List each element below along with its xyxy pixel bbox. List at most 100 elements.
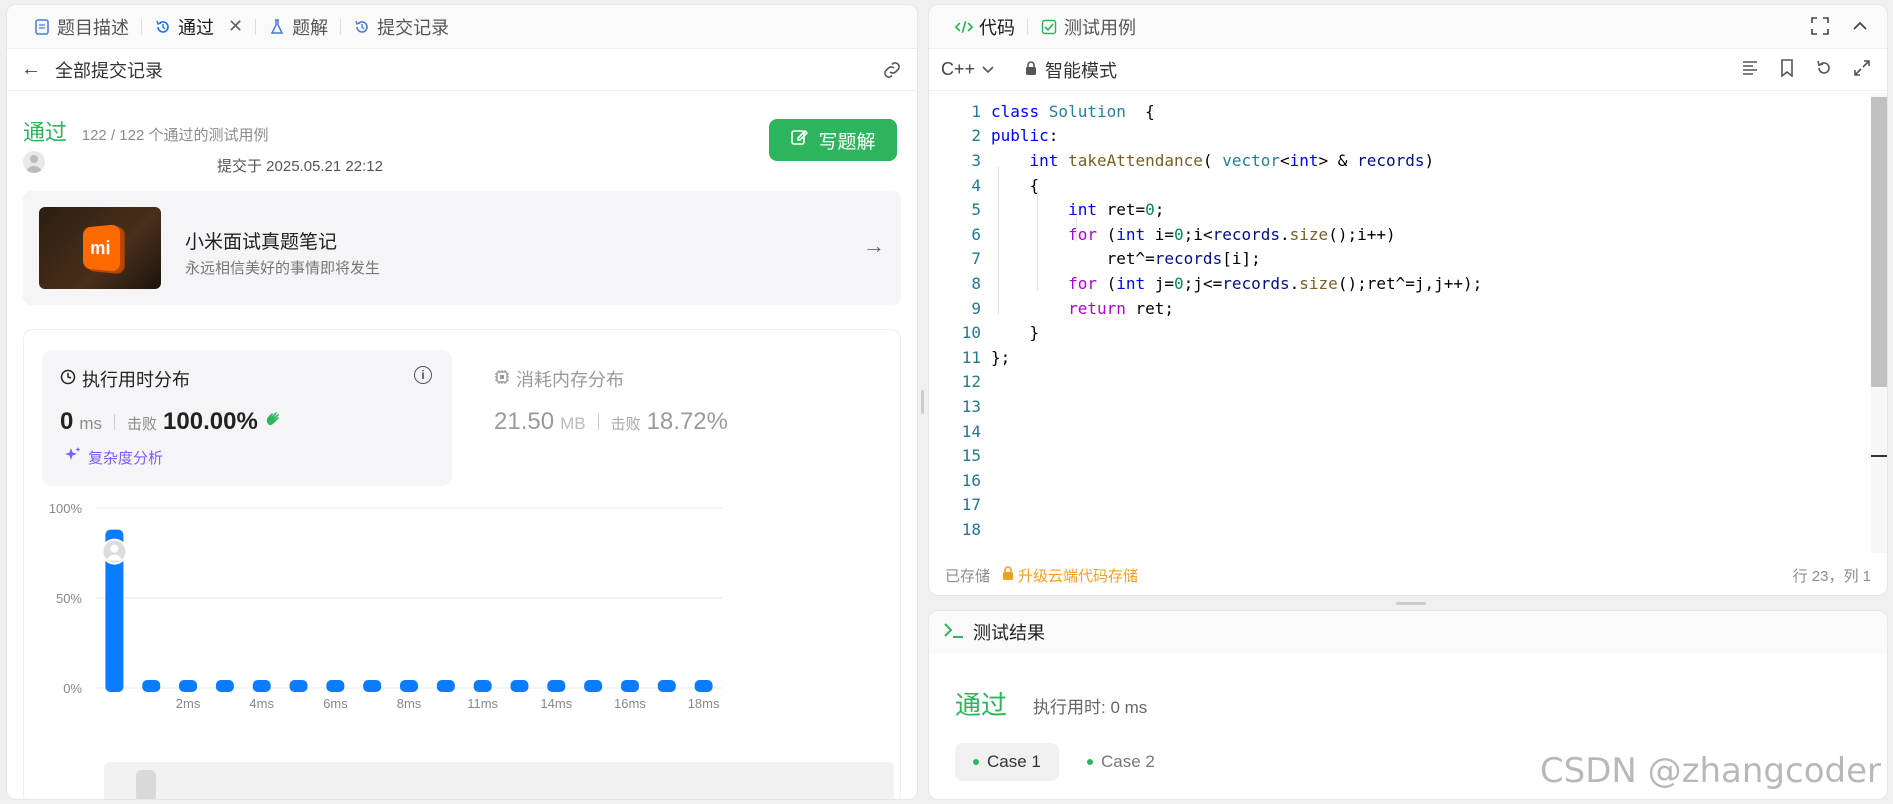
runtime-unit: ms <box>79 414 103 433</box>
info-icon[interactable]: i <box>414 366 432 384</box>
code-line[interactable]: 7 ret^=records[i]; <box>929 247 1874 272</box>
x-tick-label: 4ms <box>249 696 274 711</box>
tab-testcase[interactable]: 测试用例 <box>1028 5 1148 49</box>
code-line[interactable]: 15 <box>929 443 1874 468</box>
test-result-header[interactable]: 测试结果 <box>929 611 1887 653</box>
code-text: { <box>981 176 1040 195</box>
case-label: Case 2 <box>1101 752 1155 771</box>
chart-bar[interactable] <box>179 680 198 692</box>
memory-value-group: 21.50 MB 击败 18.72% <box>494 408 728 436</box>
panel-resize-handle[interactable] <box>1396 602 1426 605</box>
status-accepted: 通过 <box>23 120 68 145</box>
close-icon[interactable]: ✕ <box>228 16 243 37</box>
line-number: 2 <box>971 126 981 146</box>
code-line[interactable]: 5 int ret=0; <box>929 197 1874 222</box>
x-tick-label: 18ms <box>688 696 720 711</box>
editor-scrollbar-thumb[interactable] <box>1871 97 1887 387</box>
chevron-down-icon <box>981 59 995 80</box>
slider-handle[interactable] <box>136 770 156 799</box>
code-editor[interactable]: 1 class Solution {2 public: 3 int takeAtten… <box>929 93 1874 553</box>
code-line[interactable]: 3 int takeAttendance( vector<int> & reco… <box>929 148 1874 173</box>
result-status: 通过 <box>955 690 1008 720</box>
chart-bar[interactable] <box>694 680 713 692</box>
format-icon[interactable] <box>1741 59 1759 82</box>
code-line[interactable]: 6 for (int i=0;i<records.size();i++) <box>929 222 1874 247</box>
code-line[interactable]: 4 { <box>929 173 1874 198</box>
code-token: int <box>1116 273 1155 293</box>
code-line[interactable]: 1 class Solution { <box>929 99 1874 124</box>
case-tab-2[interactable]: Case 2 <box>1069 743 1173 781</box>
expand-icon[interactable] <box>1853 59 1871 82</box>
code-token: : <box>1048 126 1059 146</box>
code-line[interactable]: 10 } <box>929 320 1874 345</box>
panel-resize-handle[interactable] <box>921 390 924 414</box>
line-number: 4 <box>971 175 981 195</box>
chart-bar[interactable] <box>657 680 676 692</box>
line-number: 11 <box>961 347 981 367</box>
code-line[interactable]: 13 <box>929 394 1874 419</box>
clap-icon <box>264 409 284 434</box>
code-line[interactable]: 11}; <box>929 345 1874 370</box>
chart-bar[interactable] <box>584 680 603 692</box>
tab-description[interactable]: 题目描述 <box>21 5 141 49</box>
complexity-analysis-link[interactable]: 复杂度分析 <box>64 446 163 468</box>
code-token: . <box>1280 224 1290 244</box>
chart-bar[interactable] <box>400 680 418 692</box>
bookmark-icon[interactable] <box>1779 59 1795 82</box>
chart-bar[interactable] <box>252 680 271 692</box>
tab-accepted[interactable]: 通过 ✕ <box>142 5 255 49</box>
chart-bar[interactable] <box>326 680 345 692</box>
code-line[interactable]: 18 <box>929 517 1874 542</box>
write-solution-button[interactable]: 写题解 <box>769 119 897 161</box>
terminal-icon <box>943 621 965 644</box>
tab-code[interactable]: 代码 <box>943 5 1027 49</box>
chart-bar[interactable] <box>289 680 308 692</box>
code-line[interactable]: 12 <box>929 370 1874 395</box>
tab-submissions[interactable]: 提交记录 <box>341 5 461 49</box>
chart-bar[interactable] <box>620 680 639 692</box>
line-number: 10 <box>961 323 981 343</box>
memory-label: 消耗内存分布 <box>516 370 624 390</box>
promo-card[interactable]: mi 小米面试真题笔记 永远相信美好的事情即将发生 → <box>23 191 901 305</box>
chart-bar[interactable] <box>215 680 234 692</box>
line-number: 16 <box>961 470 981 490</box>
code-line[interactable]: 8 for (int j=0;j<=records.size();ret^=j,… <box>929 271 1874 296</box>
chart-bar[interactable] <box>363 680 382 692</box>
code-token: } <box>991 323 1040 343</box>
fullscreen-icon[interactable] <box>1811 17 1829 40</box>
chart-bar[interactable] <box>547 680 566 692</box>
x-tick-label: 6ms <box>323 696 348 711</box>
tab-solutions[interactable]: 题解 <box>256 5 340 49</box>
mode-select[interactable]: 智能模式 <box>1025 57 1117 83</box>
tab-testcase-label: 测试用例 <box>1064 17 1136 38</box>
arrow-right-icon[interactable]: → <box>863 233 885 259</box>
collapse-icon[interactable] <box>1851 17 1869 40</box>
reset-icon[interactable] <box>1815 59 1833 82</box>
chart-bar[interactable] <box>473 680 492 692</box>
code-token: ) <box>1424 150 1435 170</box>
link-icon[interactable] <box>881 60 903 85</box>
chart-bar[interactable] <box>510 680 529 692</box>
code-line[interactable]: 17 <box>929 493 1874 518</box>
avatar[interactable] <box>23 151 45 173</box>
runtime-stat-box[interactable]: 执行用时分布 i 0 ms 击败 100.00% 复杂度分析 <box>42 350 452 486</box>
code-line[interactable]: 2 public: <box>929 124 1874 149</box>
case-tab-1[interactable]: Case 1 <box>955 743 1059 781</box>
upgrade-storage-link[interactable]: 升级云端代码存储 <box>1002 565 1138 586</box>
code-line[interactable]: 16 <box>929 468 1874 493</box>
code-token: records <box>1154 249 1223 269</box>
code-line[interactable]: 9 return ret; <box>929 296 1874 321</box>
all-submissions-link[interactable]: 全部提交记录 <box>55 57 163 83</box>
arrow-left-icon[interactable]: ← <box>21 58 41 81</box>
code-line[interactable]: 14 <box>929 419 1874 444</box>
chart-bar[interactable] <box>142 680 161 692</box>
code-token: ();ret^=j,j++); <box>1337 273 1483 293</box>
language-select[interactable]: C++ <box>941 59 995 80</box>
chart-range-slider[interactable] <box>104 762 894 799</box>
chart-bar[interactable] <box>436 680 455 692</box>
code-token: ( <box>1106 224 1117 244</box>
line-number: 12 <box>961 372 981 392</box>
